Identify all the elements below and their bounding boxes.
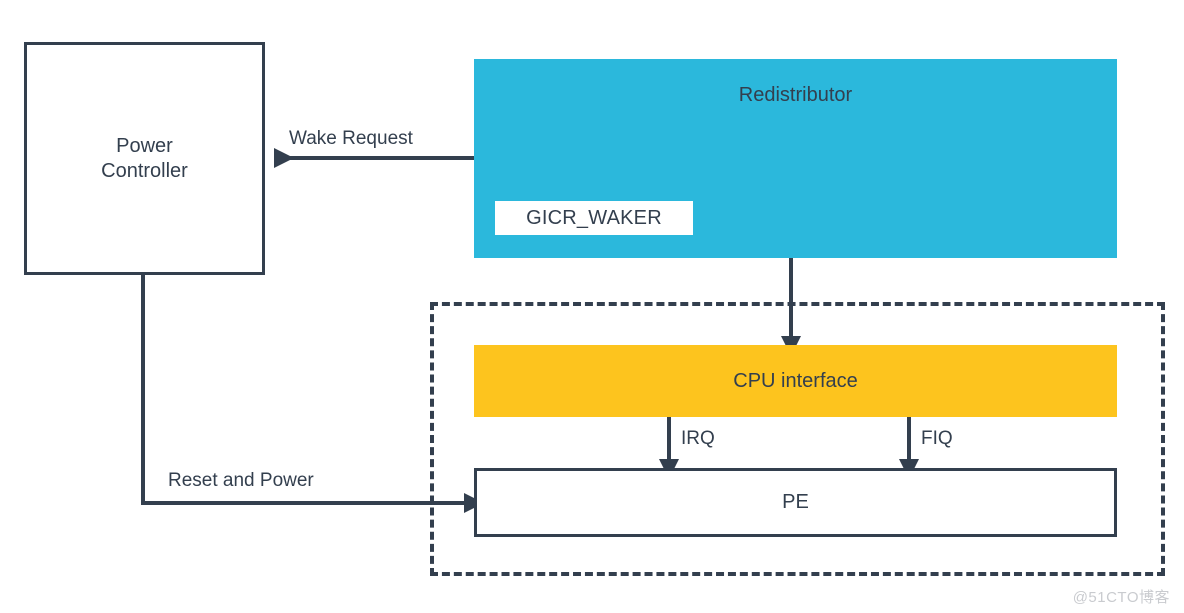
cpu-interface-block[interactable]: CPU interface xyxy=(474,345,1117,417)
diagram-canvas: Power Controller Redistributor GICR_WAKE… xyxy=(0,0,1184,613)
gicr-waker-label: GICR_WAKER xyxy=(526,206,662,229)
gicr-waker-register[interactable]: GICR_WAKER xyxy=(495,201,693,235)
cpu-interface-label: CPU interface xyxy=(733,369,858,392)
pe-block[interactable]: PE xyxy=(474,468,1117,537)
redistributor-label: Redistributor xyxy=(738,84,853,106)
wake-request-label: Wake Request xyxy=(289,128,413,149)
fiq-label: FIQ xyxy=(921,428,953,449)
power-controller-block[interactable]: Power Controller xyxy=(24,42,265,275)
irq-label: IRQ xyxy=(681,428,715,449)
pe-label: PE xyxy=(782,491,809,513)
watermark: @51CTO博客 xyxy=(1072,589,1170,606)
reset-and-power-label: Reset and Power xyxy=(168,470,314,491)
connector-reset-and-power xyxy=(141,275,484,513)
power-controller-label: Power Controller xyxy=(101,134,188,182)
